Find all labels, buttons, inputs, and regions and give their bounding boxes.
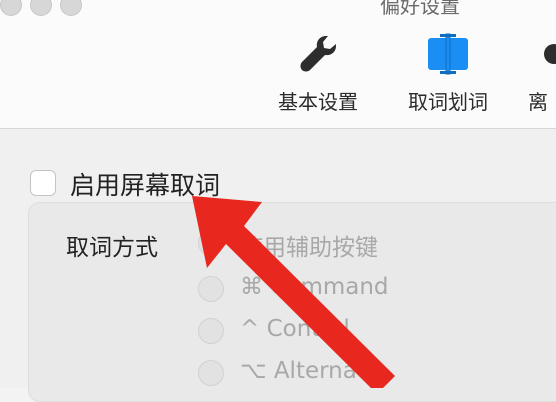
window-titlebar: 偏好设置 基本设置 取词划词 离 [0,0,556,129]
radio-alternate[interactable] [198,360,224,386]
enable-screen-capture-label[interactable]: 启用屏幕取词 [70,166,220,202]
toolbar-item-word-capture[interactable]: 取词划词 [398,32,498,122]
close-window-button[interactable] [0,0,22,16]
enable-screen-capture-checkbox[interactable] [30,170,56,196]
toolbar-item-label: 基本设置 [278,90,358,114]
toolbar-item-label: 离 [528,90,548,114]
radio-use-modifier-key[interactable] [198,230,224,256]
text-selection-icon [428,33,468,75]
radio-label-use-modifier-key[interactable]: 使用辅助按键 [240,228,378,262]
toolbar-item-offline[interactable]: 离 [528,32,556,122]
radio-label-control[interactable]: ^ Control [240,316,350,342]
wrench-icon [300,36,336,72]
toolbar-item-label: 取词划词 [408,90,488,114]
capture-method-label: 取词方式 [66,235,158,261]
zoom-window-button[interactable] [60,0,82,16]
radio-label-command[interactable]: ⌘ Command [240,274,389,300]
radio-control[interactable] [198,318,224,344]
toolbar-item-basic-settings[interactable]: 基本设置 [270,32,366,122]
radio-command[interactable] [198,276,224,302]
minimize-window-button[interactable] [30,0,52,16]
window-title: 偏好设置 [380,0,460,18]
partial-icon [544,44,556,64]
radio-label-alternate[interactable]: ⌥ Alternate [240,358,380,384]
